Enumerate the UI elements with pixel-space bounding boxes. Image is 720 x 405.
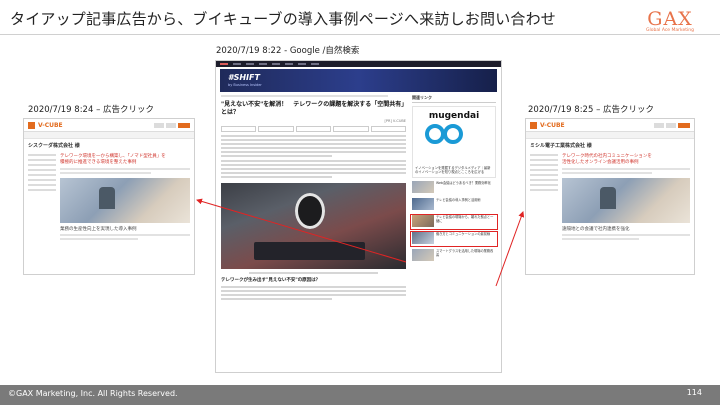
footer-bar: ©GAX Marketing, Inc. All Rights Reserved… (0, 385, 720, 405)
site-topbar (216, 61, 501, 67)
shift-banner: #SHIFT by Business Insider (220, 69, 497, 92)
case-photo (60, 178, 190, 223)
vcube-logo: V-CUBE (38, 121, 63, 129)
vcube-nav (24, 132, 194, 139)
highlight-box (410, 231, 498, 247)
side-link-5[interactable]: スマートグラスを活用した現場の業務改善 (412, 249, 496, 263)
contact-button[interactable] (678, 122, 690, 128)
mugendai-title: mugendai (428, 111, 480, 121)
article-byline: [PR] V-CUBE (384, 119, 406, 123)
gax-logo: GAX Global Ace Marketing (642, 8, 698, 33)
case-red-line-2: 積極的に推進できる環境を整えた事例 (60, 160, 137, 165)
breadcrumb (221, 95, 388, 97)
case-photo-caption: 業務の生産性向上を実現した導入事例 (60, 227, 137, 232)
mugendai-ad[interactable]: mugendai イノベーションを発掘するデジタルメディア｜最新のイノベーション… (412, 106, 496, 178)
footer-copyright: ©GAX Marketing, Inc. All Rights Reserved… (8, 389, 178, 398)
article-photo-caption (248, 272, 379, 274)
vcube-logo: V-CUBE (540, 121, 565, 129)
contact-button[interactable] (178, 122, 190, 128)
vcube-logo-icon (28, 121, 35, 129)
side-link-2[interactable]: テレビ会議の導入事例と活用術 (412, 198, 496, 212)
case-photo (562, 178, 690, 223)
vcube-nav (526, 132, 694, 139)
slide-title: タイアップ記事広告から、ブイキューブの導入事例ページへ来訪しお問い合わせ (10, 10, 557, 28)
side-link-highlighted-2[interactable]: 働き方とコミュニケーションの最前線 (410, 231, 498, 247)
left-screenshot: V-CUBE シスクーダ株式会社 様 テレワーク環境を一から構築し、「ノマド型社… (23, 118, 195, 275)
vcube-sidebar (530, 154, 558, 242)
highlight-box (410, 214, 498, 230)
article-paragraph (221, 135, 406, 157)
header-divider (0, 34, 720, 35)
sidebar-label: 関連リンク (412, 95, 496, 103)
logo-mark: GAX (647, 8, 693, 30)
case-heading: シスクーダ株式会社 様 (28, 143, 80, 149)
logo-subtitle: Global Ace Marketing (646, 28, 694, 33)
case-red-line-2: 活性化したオンライン会議活用の事例 (562, 160, 639, 165)
side-link-highlighted-1[interactable]: テレビ会議の現場から、離れた拠点と一緒に (410, 214, 498, 230)
case-photo-caption: 遠隔地との会議で社内連携を強化 (562, 227, 630, 232)
article-paragraph (221, 160, 406, 178)
article-photo (221, 183, 406, 269)
banner-title: #SHIFT (228, 73, 260, 82)
article-sidebar: 関連リンク mugendai イノベーションを発掘するデジタルメディア｜最新のイ… (410, 95, 498, 302)
page-number: 114 (686, 388, 702, 397)
vcube-sidebar (28, 154, 56, 242)
banner-subtitle: by Business Insider (228, 83, 262, 87)
right-screenshot: V-CUBE ミシル電子工業株式会社 様 テレワーク時代の社内コミュニケーション… (525, 118, 695, 275)
caption-left: 2020/7/19 8:24 – 広告クリック (28, 105, 155, 115)
caption-right: 2020/7/19 8:25 – 広告クリック (528, 105, 655, 115)
mugendai-text: イノベーションを発掘するデジタルメディア｜最新のイノベーションを知り視点とこころ… (415, 166, 491, 174)
center-article-screenshot: #SHIFT by Business Insider "見えない不安"を解消！ … (215, 60, 502, 373)
vcube-header: V-CUBE (24, 119, 194, 132)
vcube-logo-icon (530, 121, 537, 129)
article-paragraph (221, 286, 406, 300)
article-main: "見えない不安"を解消！ テレワークの課題を解決する「空間共有」とは？ [PR]… (221, 95, 407, 302)
share-buttons[interactable] (221, 126, 407, 132)
caption-center: 2020/7/19 8:22 - Google /自然検索 (216, 46, 360, 56)
side-link-1[interactable]: Web会議はどうあるべき？業務効率化 (412, 181, 496, 195)
infinity-icon (425, 124, 445, 144)
case-heading: ミシル電子工業株式会社 様 (530, 143, 592, 149)
article-headline: "見えない不安"を解消！ テレワークの課題を解決する「空間共有」とは？ (221, 101, 405, 116)
vcube-header: V-CUBE (526, 119, 694, 132)
article-subheading: テレワークが生み出す"見えない不安"の原因は？ (221, 278, 321, 283)
